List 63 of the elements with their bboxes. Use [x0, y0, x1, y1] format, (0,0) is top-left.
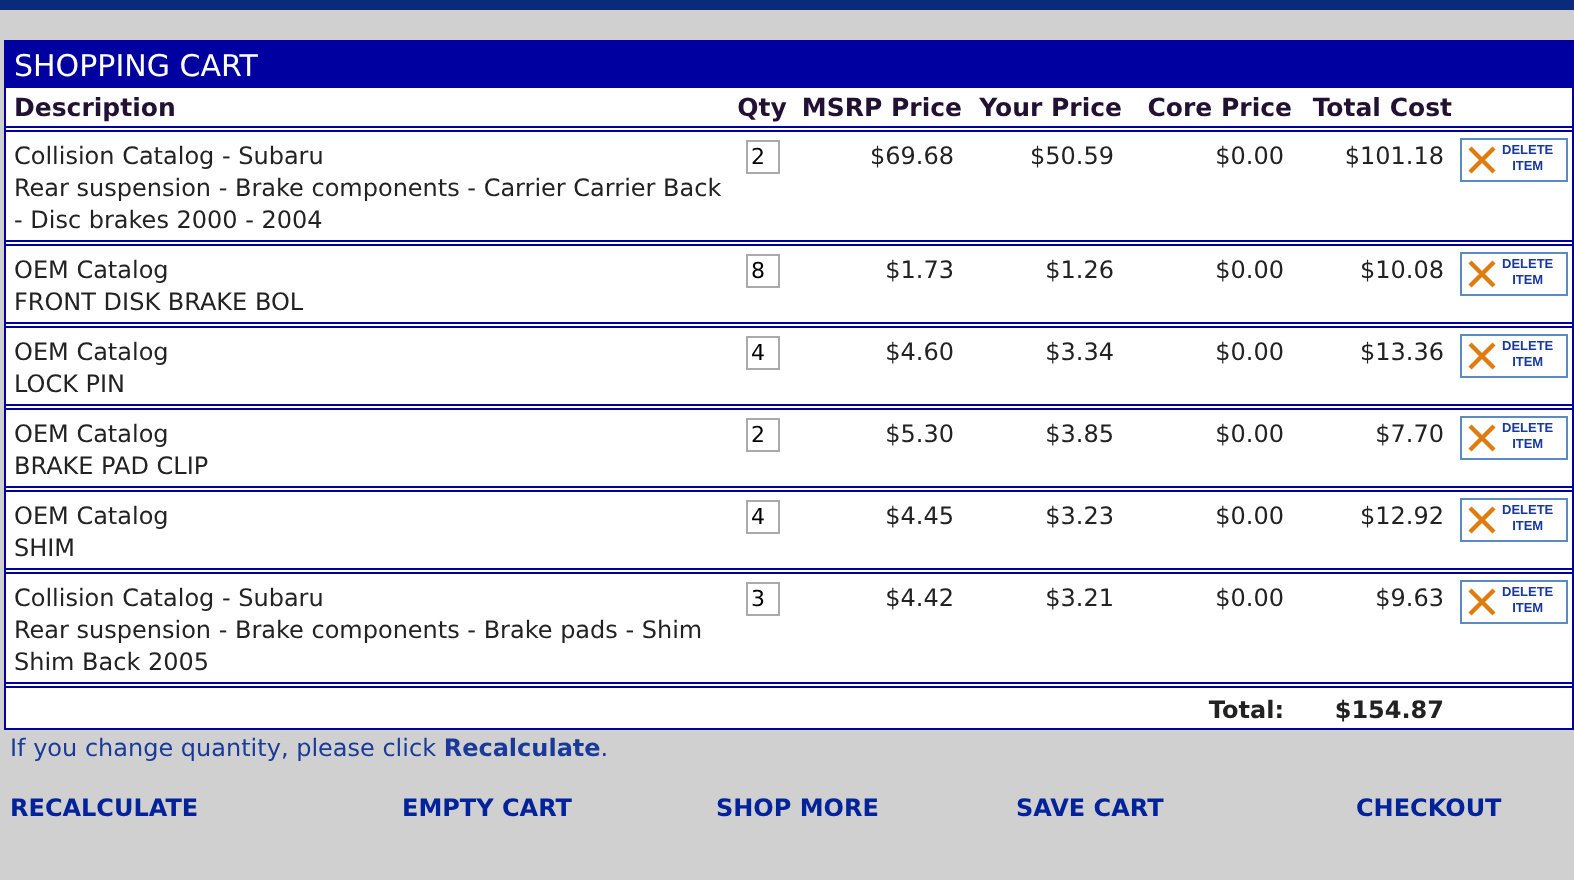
item-description: Collision Catalog - Subaru	[14, 140, 326, 172]
cart-title: SHOPPING CART	[6, 42, 1572, 88]
item-description: Rear suspension - Brake components - Carrier Carrier Back - Disc brakes 2000 - 2004	[14, 172, 724, 236]
total-cost: $101.18	[1344, 142, 1444, 170]
action-link[interactable]: SHOP MORE	[716, 794, 1016, 822]
x-icon	[1466, 146, 1498, 174]
msrp-price: $5.30	[885, 420, 954, 448]
column-header: Core Price	[1147, 92, 1292, 122]
your-price: $3.34	[1045, 338, 1114, 366]
total-cost: $12.92	[1360, 502, 1444, 530]
column-header: Qty	[737, 92, 787, 122]
item-description: Rear suspension - Brake components - Brake pads - Shim Shim Back 2005	[14, 614, 705, 678]
column-header: MSRP Price	[801, 92, 962, 122]
msrp-price: $4.42	[885, 584, 954, 612]
quantity-field[interactable]: 4	[745, 336, 779, 370]
x-icon	[1466, 342, 1498, 370]
action-link[interactable]: EMPTY CART	[402, 794, 716, 822]
item-description: SHIM	[14, 532, 78, 564]
item-description: OEM Catalog	[14, 336, 171, 368]
your-price: $3.23	[1045, 502, 1114, 530]
msrp-price: $69.68	[870, 142, 954, 170]
action-link[interactable]: CHECKOUT	[1356, 794, 1502, 822]
action-link[interactable]: SAVE CART	[1016, 794, 1356, 822]
x-icon	[1466, 588, 1498, 616]
action-link[interactable]: RECALCULATE	[10, 794, 402, 822]
item-description: Collision Catalog - Subaru	[14, 582, 326, 614]
core-price: $0.00	[1215, 338, 1284, 366]
total-cost: $7.70	[1375, 420, 1444, 448]
x-icon	[1466, 260, 1498, 288]
your-price: $50.59	[1030, 142, 1114, 170]
x-icon	[1466, 424, 1498, 452]
quantity-field[interactable]: 2	[745, 140, 779, 174]
msrp-price: $4.60	[885, 338, 954, 366]
item-description: OEM Catalog	[14, 418, 171, 450]
msrp-price: $1.73	[885, 256, 954, 284]
quantity-field[interactable]: 2	[745, 418, 779, 452]
column-header: Total Cost	[1312, 92, 1452, 122]
item-description: LOCK PIN	[14, 368, 128, 400]
total-cost: $10.08	[1360, 256, 1444, 284]
core-price: $0.00	[1215, 502, 1284, 530]
recalculate-note: If you change quantity, please click Recalculate.	[10, 734, 611, 762]
quantity-field[interactable]: 3	[745, 582, 779, 616]
your-price: $3.21	[1045, 584, 1114, 612]
x-icon	[1466, 506, 1498, 534]
your-price: $3.85	[1045, 420, 1114, 448]
column-header: Description	[14, 92, 176, 122]
core-price: $0.00	[1215, 584, 1284, 612]
item-description: FRONT DISK BRAKE BOL	[14, 286, 306, 318]
quantity-field[interactable]: 8	[745, 254, 779, 288]
core-price: $0.00	[1215, 420, 1284, 448]
total-cost: $13.36	[1360, 338, 1444, 366]
core-price: $0.00	[1215, 256, 1284, 284]
column-header: Your Price	[979, 92, 1122, 122]
item-description: BRAKE PAD CLIP	[14, 450, 211, 482]
msrp-price: $4.45	[885, 502, 954, 530]
total-value: $154.87	[1334, 696, 1444, 724]
item-description: OEM Catalog	[14, 254, 171, 286]
item-description: OEM Catalog	[14, 500, 171, 532]
your-price: $1.26	[1045, 256, 1114, 284]
total-cost: $9.63	[1375, 584, 1444, 612]
core-price: $0.00	[1215, 142, 1284, 170]
total-label: Total:	[1208, 696, 1284, 724]
quantity-field[interactable]: 4	[745, 500, 779, 534]
